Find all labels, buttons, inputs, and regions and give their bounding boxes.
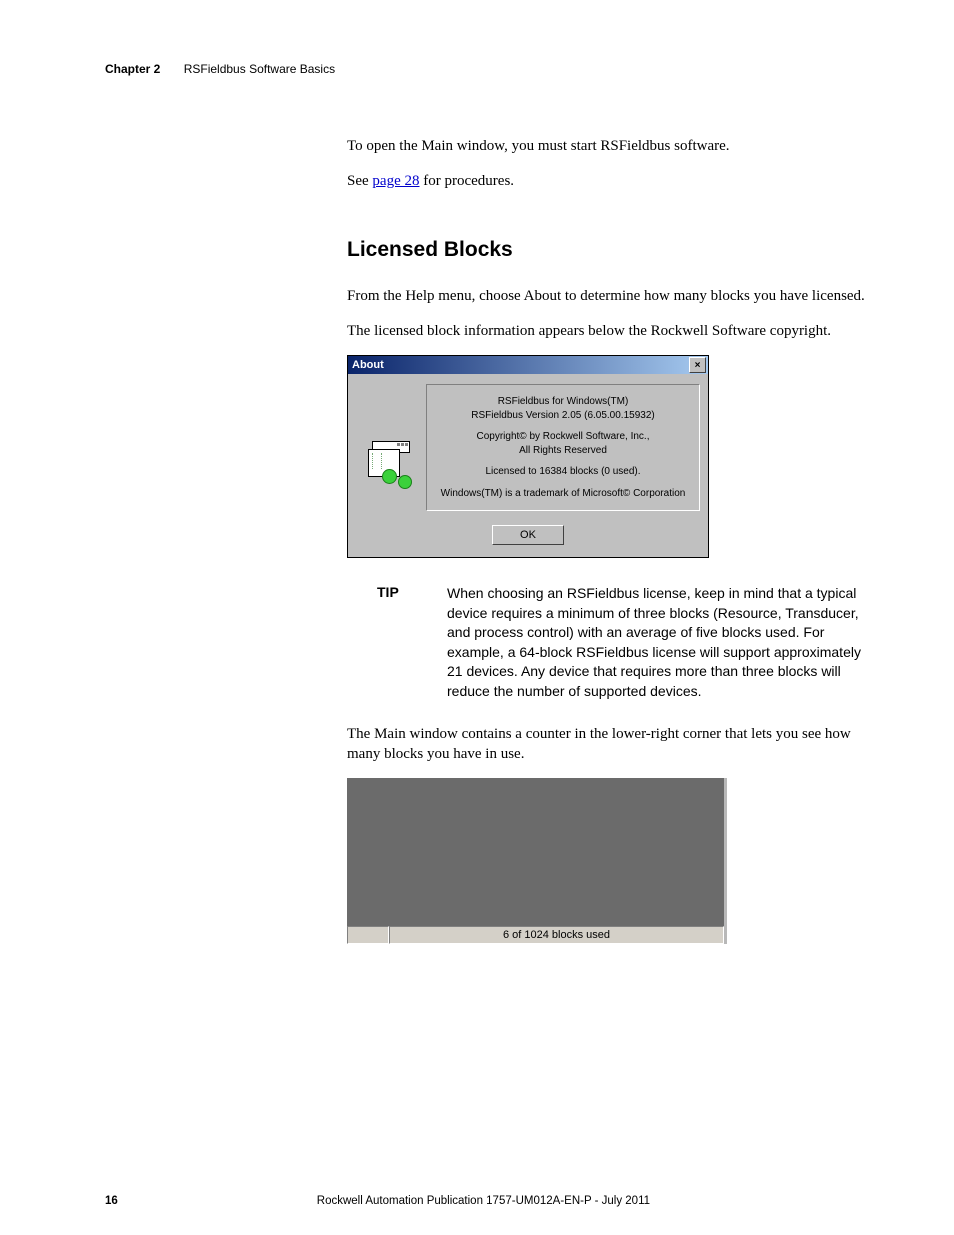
main-window-snippet: 6 of 1024 blocks used bbox=[347, 778, 727, 944]
status-blocks-counter: 6 of 1024 blocks used bbox=[389, 926, 724, 944]
about-text-panel: RSFieldbus for Windows(TM) RSFieldbus Ve… bbox=[426, 384, 700, 511]
about-copyright-1: Copyright© by Rockwell Software, Inc., bbox=[433, 430, 693, 444]
section-heading-licensed-blocks: Licensed Blocks bbox=[347, 238, 869, 262]
body-para-1: From the Help menu, choose About to dete… bbox=[347, 286, 869, 306]
chapter-label: Chapter 2 bbox=[105, 62, 160, 76]
about-product-name: RSFieldbus for Windows(TM) bbox=[433, 395, 693, 409]
page-footer: 16 Rockwell Automation Publication 1757-… bbox=[105, 1195, 869, 1207]
tip-label: TIP bbox=[377, 584, 447, 702]
about-copyright-2: All Rights Reserved bbox=[433, 444, 693, 458]
body-para-2: The licensed block information appears b… bbox=[347, 321, 869, 341]
about-app-icon bbox=[356, 384, 426, 511]
about-trademark: Windows(TM) is a trademark of Microsoft©… bbox=[433, 487, 693, 501]
page-28-link[interactable]: page 28 bbox=[372, 173, 419, 189]
publication-info: Rockwell Automation Publication 1757-UM0… bbox=[317, 1195, 650, 1207]
counter-para: The Main window contains a counter in th… bbox=[347, 724, 869, 765]
chapter-title: RSFieldbus Software Basics bbox=[184, 62, 335, 76]
about-dialog: About × RSFieldbus for Windows(TM) RSFie… bbox=[347, 355, 709, 558]
procedures-text: for procedures. bbox=[420, 173, 515, 189]
status-bar: 6 of 1024 blocks used bbox=[347, 926, 727, 944]
page-number: 16 bbox=[105, 1195, 118, 1207]
see-text: See bbox=[347, 173, 372, 189]
intro-para-1: To open the Main window, you must start … bbox=[347, 136, 869, 156]
ok-button[interactable]: OK bbox=[492, 525, 564, 545]
intro-para-2: See page 28 for procedures. bbox=[347, 171, 869, 191]
about-version: RSFieldbus Version 2.05 (6.05.00.15932) bbox=[433, 409, 693, 423]
tip-text: When choosing an RSFieldbus license, kee… bbox=[447, 584, 869, 702]
about-license-info: Licensed to 16384 blocks (0 used). bbox=[433, 465, 693, 479]
status-cell-left bbox=[347, 926, 389, 944]
about-dialog-title: About bbox=[352, 359, 384, 371]
page-header: Chapter 2 RSFieldbus Software Basics bbox=[105, 62, 869, 76]
window-content-area bbox=[347, 778, 727, 926]
close-icon[interactable]: × bbox=[689, 357, 706, 373]
about-dialog-titlebar: About × bbox=[348, 356, 708, 374]
tip-block: TIP When choosing an RSFieldbus license,… bbox=[377, 584, 869, 702]
